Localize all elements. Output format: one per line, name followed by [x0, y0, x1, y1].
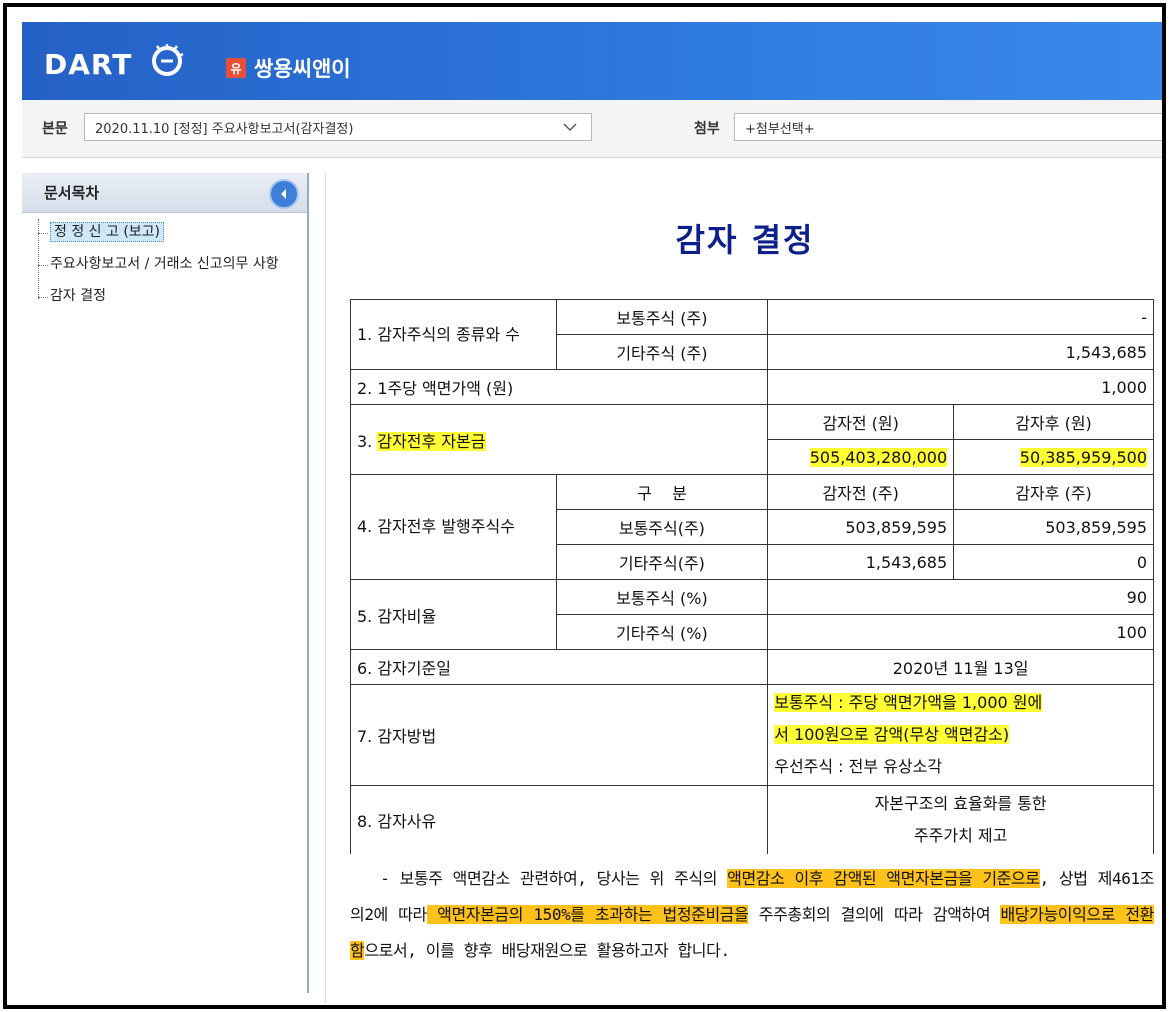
sub-label: 보통주식(주) [555, 509, 769, 545]
highlighted-value: 50,385,959,500 [1019, 447, 1147, 467]
row-label: 8. 감자사유 [349, 785, 769, 854]
cell-value: 2020년 11월 13일 [767, 649, 1154, 685]
para-text: 으로서, 이를 향후 배당재원으로 활용하고자 합니다. [364, 941, 730, 960]
toc-item-report[interactable]: 주요사항보고서 / 거래소 신고의무 사항 [22, 249, 307, 281]
sub-label: 기타주식(주) [555, 544, 769, 580]
collapse-sidebar-button[interactable] [269, 179, 299, 209]
toc-item-label: 주요사항보고서 / 거래소 신고의무 사항 [50, 256, 279, 272]
cell-value: 1,000 [767, 369, 1154, 405]
tree-branch [38, 265, 48, 266]
company-title: 유 쌍용씨앤이 [226, 54, 351, 82]
method-line: 서 100원으로 감액(무상 액면감소) [774, 719, 1147, 751]
toc-item-label: 정 정 신 고 (보고) [50, 222, 165, 242]
row-label: 6. 감자기준일 [349, 649, 769, 685]
sub-label: 보통주식 (%) [555, 579, 769, 615]
screenshot-frame: DART 유 쌍용씨앤이 본문 2020.11.10 [정정] 주요사항보고서(… [3, 3, 1166, 1009]
cell-value: 50,385,959,500 [953, 439, 1154, 475]
cell-value: 1,543,685 [767, 334, 1154, 370]
row-label: 4. 감자전후 발행주식수 [350, 474, 557, 580]
document-view: 감자 결정 1. 감자주식의 종류와 수 보통주식 (주) - 기타주식 (주)… [325, 173, 1162, 1003]
explanation-paragraph: - 보통주 액면감소 관련하여, 당사는 위 주식의 액면감소 이후 감액된 액… [350, 861, 1154, 969]
column-head: 구 분 [555, 474, 769, 510]
sub-label: 기타주식 (주) [555, 334, 769, 370]
table-row: 7. 감자방법 보통주식 : 주당 액면가액을 1,000 원에 서 100원으… [349, 684, 1154, 786]
cell-value: 0 [953, 544, 1154, 580]
row-label: 5. 감자비율 [350, 579, 557, 650]
table-row: 5. 감자비율 보통주식 (%) 90 [350, 579, 1154, 650]
attach-select-value: +첨부선택+ [745, 121, 815, 137]
reason-line: 주주가치 제고 [913, 825, 1008, 845]
highlighted-text: 보통주식 : 주당 액면가액을 1,000 원에 [774, 693, 1043, 712]
dart-logo[interactable]: DART [44, 48, 132, 81]
table-row: 1. 감자주식의 종류와 수 보통주식 (주) - [350, 299, 1154, 370]
cell-value: 90 [767, 579, 1154, 615]
para-text: - 보통주 액면감소 관련하여, 당사는 위 주식의 [350, 869, 728, 888]
chevron-left-icon [281, 189, 286, 199]
app-header: DART 유 쌍용씨앤이 [22, 22, 1162, 100]
body-select[interactable]: 2020.11.10 [정정] 주요사항보고서(감자결정) [84, 113, 592, 141]
highlighted-text: 액면자본금의 150%를 초과하는 법정준비금을 [426, 905, 749, 924]
toc-item-capital-reduction[interactable]: 감자 결정 [22, 281, 307, 313]
method-line: 우선주식 : 전부 유상소각 [774, 757, 943, 776]
tree-branch [38, 233, 48, 234]
method-line: 보통주식 : 주당 액면가액을 1,000 원에 [774, 687, 1147, 719]
attach-label: 첨부 [694, 121, 720, 137]
highlighted-label: 감자전후 자본금 [377, 431, 486, 451]
table-row: 4. 감자전후 발행주식수 구 분 감자전 (주) 감자후 (주) [350, 474, 1154, 580]
document-title: 감자 결정 [675, 221, 815, 259]
body-label: 본문 [42, 121, 68, 137]
row-label: 7. 감자방법 [349, 684, 769, 786]
column-head: 감자전 (원) [767, 404, 955, 440]
cell-value: 1,543,685 [767, 544, 955, 580]
toc-title: 문서목차 [44, 184, 100, 202]
column-head: 감자후 (주) [953, 474, 1154, 510]
table-row: 2. 1주당 액면가액 (원) 1,000 [349, 369, 1154, 405]
cell-value: - [767, 299, 1154, 335]
cell-value: 503,859,595 [767, 509, 955, 545]
highlighted-text: 액면감소 이후 감액된 액면자본금을 기준으로 [727, 869, 1040, 888]
report-toolbar: 본문 2020.11.10 [정정] 주요사항보고서(감자결정) 첨부 +첨부선… [22, 100, 1162, 158]
company-name: 쌍용씨앤이 [254, 57, 351, 81]
reason-line: 자본구조의 효율화를 통한 [874, 793, 1047, 813]
method-cell: 보통주식 : 주당 액면가액을 1,000 원에 서 100원으로 감액(무상 … [767, 684, 1154, 786]
tree-branch [38, 297, 48, 298]
cell-value: 503,859,595 [953, 509, 1154, 545]
row-label: 3. 감자전후 자본금 [349, 404, 769, 475]
cell-value: 505,403,280,000 [767, 439, 955, 475]
toc-sidebar: 문서목차 정 정 신 고 (보고) 주요사항보고서 / 거래소 신고의무 사항 … [22, 173, 309, 993]
table-row: 3. 감자전후 자본금 감자전 (원) 감자후 (원) [349, 404, 1154, 475]
row-label-prefix: 3. [357, 431, 378, 451]
highlighted-value: 505,403,280,000 [809, 447, 948, 467]
cell-value: 100 [767, 614, 1154, 650]
toc-header: 문서목차 [22, 173, 307, 213]
row-label: 1. 감자주식의 종류와 수 [350, 299, 557, 370]
chevron-down-icon [563, 123, 577, 131]
table-row: 6. 감자기준일 2020년 11월 13일 [349, 649, 1154, 685]
para-text: 주주총회의 결의에 따라 감액하여 [748, 905, 1001, 924]
sub-label: 기타주식 (%) [555, 614, 769, 650]
column-head: 감자전 (주) [767, 474, 955, 510]
toc-item-correction[interactable]: 정 정 신 고 (보고) [22, 217, 307, 249]
dart-logo-icon [152, 44, 184, 76]
highlighted-text: 서 100원으로 감액(무상 액면감소) [774, 725, 1010, 744]
market-badge: 유 [226, 58, 246, 78]
column-head: 감자후 (원) [953, 404, 1154, 440]
attach-select[interactable]: +첨부선택+ [734, 113, 1162, 141]
toc-tree: 정 정 신 고 (보고) 주요사항보고서 / 거래소 신고의무 사항 감자 결정 [22, 213, 307, 313]
toc-item-label: 감자 결정 [50, 288, 106, 304]
reason-cell: 자본구조의 효율화를 통한 주주가치 제고 [767, 785, 1154, 854]
sub-label: 보통주식 (주) [555, 299, 769, 335]
table-row: 8. 감자사유 자본구조의 효율화를 통한 주주가치 제고 [349, 785, 1154, 854]
capital-reduction-table: 1. 감자주식의 종류와 수 보통주식 (주) - 기타주식 (주) 1,543… [349, 299, 1154, 854]
row-label: 2. 1주당 액면가액 (원) [349, 369, 769, 405]
body-select-value: 2020.11.10 [정정] 주요사항보고서(감자결정) [95, 121, 354, 137]
